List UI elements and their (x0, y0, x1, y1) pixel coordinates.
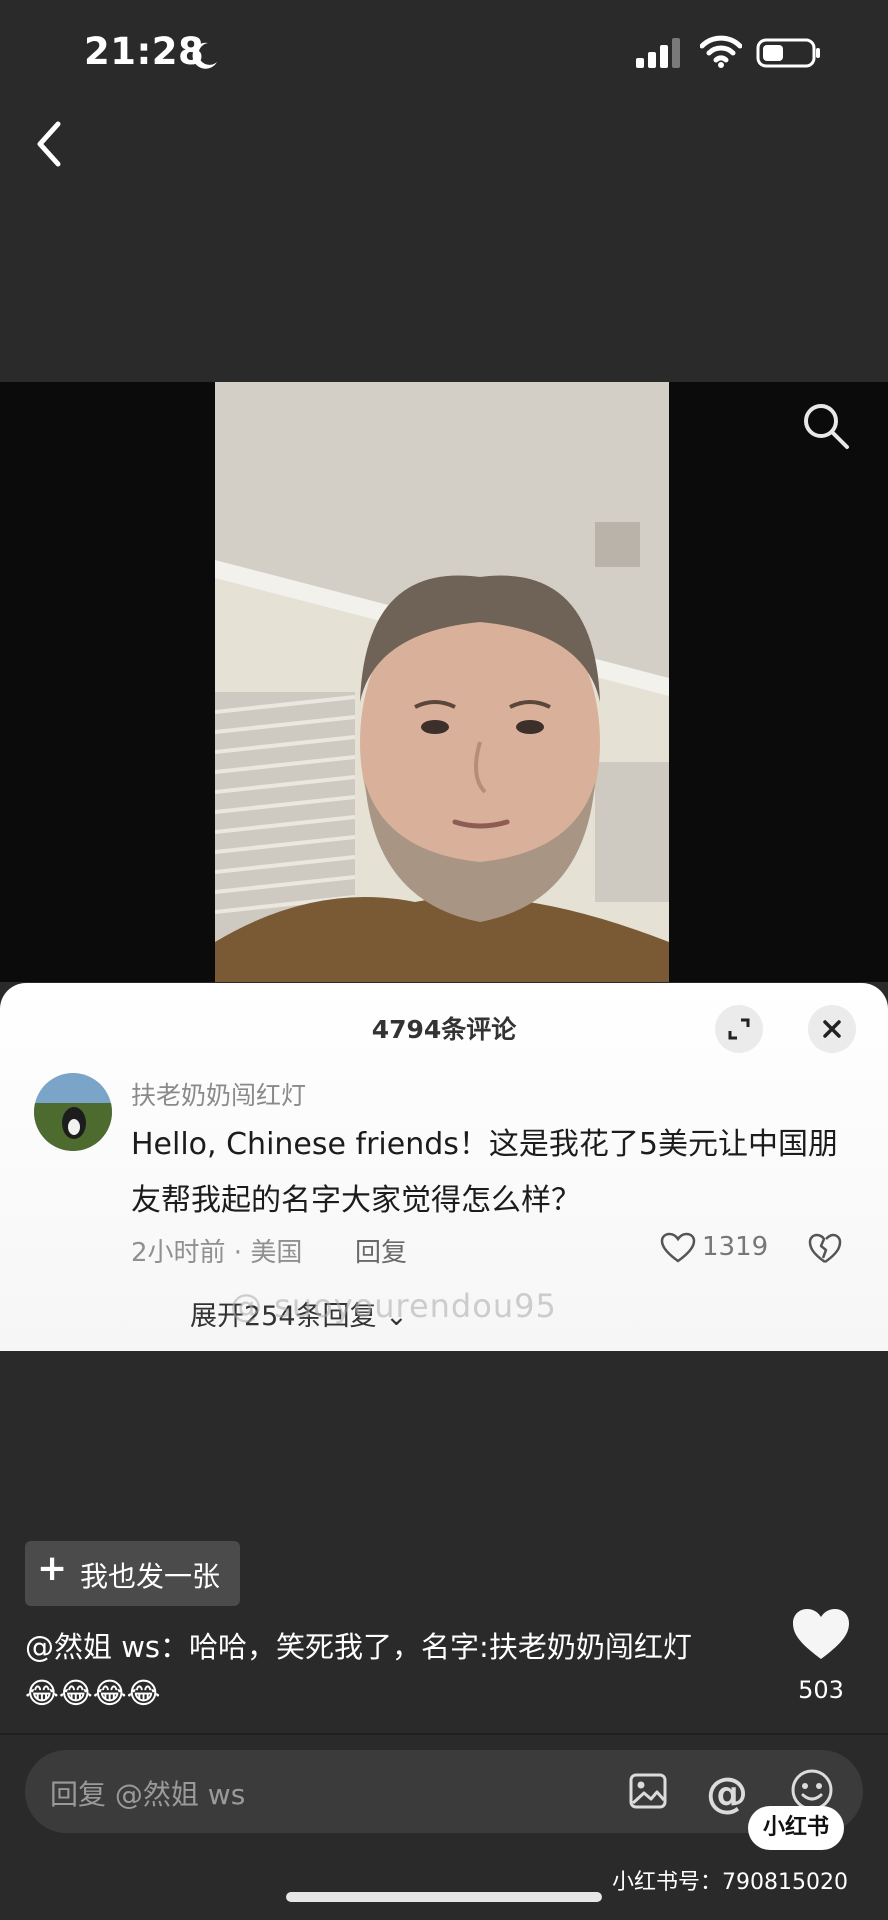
expand-button[interactable] (715, 1005, 763, 1053)
comment-like-count: 1319 (702, 1232, 769, 1262)
at-icon[interactable]: @ (706, 1768, 748, 1817)
avatar-image (34, 1073, 112, 1151)
search-icon[interactable] (800, 400, 852, 452)
account-id: 小红书号：790815020 (612, 1870, 848, 1895)
caption-text: @然姐 ws：哈哈，笑死我了，名字:扶老奶奶闯红灯 (25, 1630, 692, 1664)
plus-icon: + (37, 1548, 68, 1589)
home-indicator[interactable] (286, 1892, 602, 1902)
broken-heart-icon[interactable] (808, 1232, 842, 1266)
heart-outline-icon[interactable] (660, 1232, 696, 1264)
close-button[interactable] (808, 1005, 856, 1053)
reply-placeholder: 回复 @然姐 ws (50, 1778, 246, 1811)
battery-icon (756, 38, 820, 68)
wifi-icon (700, 35, 742, 68)
close-icon (823, 1020, 841, 1038)
heart-icon[interactable] (791, 1607, 851, 1661)
signal-icon (636, 38, 680, 68)
post-caption: @然姐 ws：哈哈，笑死我了，名字:扶老奶奶闯红灯 😂😂😂😂 (25, 1624, 755, 1716)
video-still (215, 382, 669, 982)
status-time: 21:28 (84, 30, 205, 73)
image-icon[interactable] (628, 1771, 668, 1811)
avatar[interactable] (34, 1073, 112, 1151)
post-too-label: 我也发一张 (80, 1560, 221, 1593)
expand-icon (728, 1018, 750, 1040)
moon-icon (192, 42, 217, 69)
divider (0, 1733, 888, 1735)
xiaohongshu-logo: 小红书 (748, 1806, 844, 1850)
chevron-left-icon[interactable] (30, 118, 70, 170)
watermark: @ suoyourendou95 (230, 1287, 557, 1325)
comment-reply-button[interactable]: 回复 (355, 1232, 407, 1269)
like-count: 503 (798, 1676, 844, 1704)
comment-text: Hello, Chinese friends！这是我花了5美元让中国朋友帮我起的… (131, 1127, 838, 1218)
video-frame[interactable] (215, 382, 669, 982)
comment-username[interactable]: 扶老奶奶闯红灯 (131, 1076, 306, 1112)
caption-emojis: 😂😂😂😂 (25, 1676, 161, 1710)
comment-meta: 2小时前 · 美国 (131, 1238, 303, 1268)
